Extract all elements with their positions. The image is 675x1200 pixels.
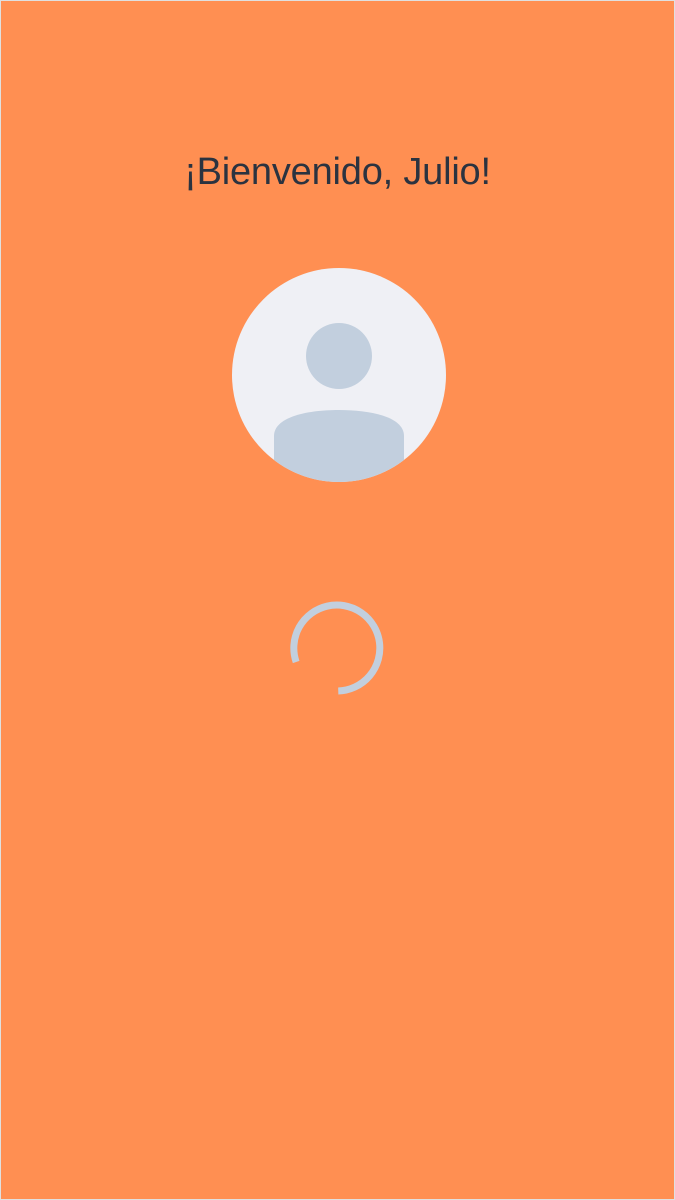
avatar-head: [306, 323, 372, 389]
spinner-arc: [290, 601, 384, 695]
loading-spinner-icon: [290, 601, 384, 695]
avatar-body: [274, 410, 404, 482]
avatar: [232, 268, 446, 482]
welcome-screen: ¡Bienvenido, Julio!: [0, 0, 675, 1200]
user-placeholder-icon: [232, 268, 446, 482]
loading-spinner: [290, 599, 388, 697]
welcome-title: ¡Bienvenido, Julio!: [184, 151, 491, 193]
